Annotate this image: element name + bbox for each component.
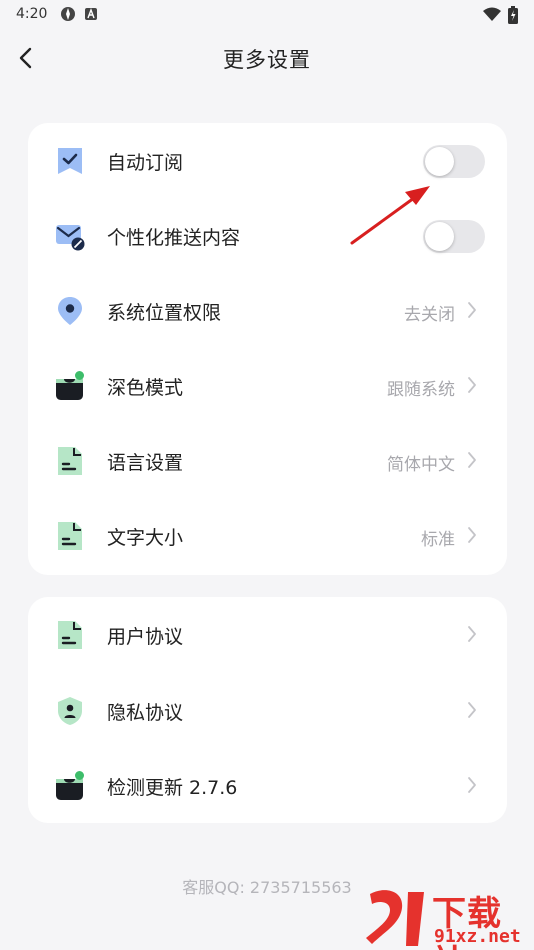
chevron-right-icon [468,527,476,543]
setting-label: 个性化推送内容 [107,227,241,249]
document-icon [58,447,82,475]
mail-block-icon [56,225,85,251]
status-bar: 4:20 [0,0,534,28]
auto-subscribe-toggle[interactable] [423,145,485,178]
setting-label: 自动订阅 [107,152,184,174]
setting-value: 跟随系统 [387,380,455,400]
document-icon [58,621,82,649]
app-notification-icon [61,7,75,21]
chevron-right-icon [468,302,476,318]
settings-card-about: 用户协议 隐私协议 检测更新 2.7.6 [28,597,507,823]
inbox-dot-icon [56,771,84,800]
header: 更多设置 [0,30,534,86]
setting-label: 检测更新 2.7.6 [107,777,238,799]
chevron-right-icon [468,702,476,718]
setting-value: 标准 [421,530,455,550]
document-icon [58,522,82,550]
settings-card-general: 自动订阅 个性化推送内容 系统位置权限 去关闭 深色模式 跟随系统 语言设置 简… [28,123,507,575]
setting-label: 文字大小 [107,527,184,549]
toggle-knob [425,147,454,176]
page-title: 更多设置 [223,48,311,72]
setting-language[interactable]: 语言设置 简体中文 [28,423,507,498]
chevron-right-icon [468,452,476,468]
setting-check-update[interactable]: 检测更新 2.7.6 [28,748,507,823]
setting-label: 用户协议 [107,626,184,648]
setting-auto-subscribe[interactable]: 自动订阅 [28,123,507,198]
setting-label: 深色模式 [107,377,184,399]
setting-font-size[interactable]: 文字大小 标准 [28,498,507,573]
setting-value: 去关闭 [404,305,455,325]
toggle-knob [425,222,454,251]
a-notification-icon [85,8,97,20]
watermark: 下载站 91xz.net [362,884,534,950]
setting-dark-mode[interactable]: 深色模式 跟随系统 [28,348,507,423]
chevron-right-icon [468,377,476,393]
setting-privacy-policy[interactable]: 隐私协议 [28,673,507,748]
status-time: 4:20 [16,6,48,22]
setting-user-agreement[interactable]: 用户协议 [28,597,507,672]
setting-label: 语言设置 [107,452,184,474]
setting-label: 隐私协议 [107,702,184,724]
shield-user-icon [58,697,82,725]
setting-value: 简体中文 [387,455,455,475]
wifi-icon [483,7,501,21]
setting-location-permission[interactable]: 系统位置权限 去关闭 [28,273,507,348]
inbox-dot-icon [56,371,84,400]
bookmark-check-icon [58,148,82,174]
watermark-logo-icon [366,890,424,946]
chevron-right-icon [468,626,476,642]
battery-icon [508,6,518,24]
personalized-push-toggle[interactable] [423,220,485,253]
chevron-right-icon [468,777,476,793]
watermark-domain: 91xz.net [434,926,521,947]
setting-label: 系统位置权限 [107,302,222,324]
setting-personalized-push[interactable]: 个性化推送内容 [28,198,507,273]
location-pin-icon [58,297,82,325]
